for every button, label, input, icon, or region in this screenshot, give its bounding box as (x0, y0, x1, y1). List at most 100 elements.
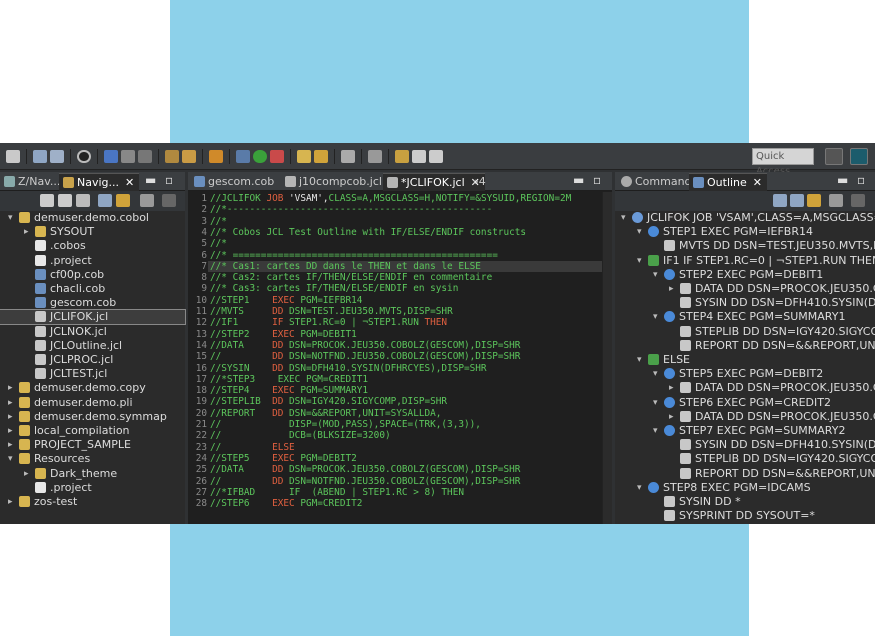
outline-tree-item[interactable]: STEPLIB DD DSN=IGY420.SIGYCOMP,DISP=SHR (615, 325, 875, 339)
view-menu-icon[interactable] (140, 194, 154, 207)
navigator-tree-item[interactable]: ▸ zos-test (0, 495, 185, 509)
link-editor-icon[interactable] (807, 194, 821, 207)
collapsed-chevron-icon[interactable]: ▸ (669, 410, 678, 424)
up-icon[interactable] (76, 194, 90, 207)
navigator-tree-item[interactable]: JCLIFOK.jcl (0, 309, 186, 326)
outline-tree-item[interactable]: ▾ STEP2 EXEC PGM=DEBIT1 (615, 268, 875, 282)
outline-tree-item[interactable]: ▾ STEP1 EXEC PGM=IEFBR14 (615, 225, 875, 239)
tab-znav[interactable]: Z/Nav... (0, 173, 65, 191)
expanded-chevron-icon[interactable]: ▾ (621, 211, 630, 225)
collapsed-chevron-icon[interactable]: ▸ (8, 424, 17, 438)
compare-icon[interactable] (138, 150, 152, 163)
outline-tree-item[interactable]: SYSPRINT DD SYSOUT=* (615, 509, 875, 523)
maximize-icon[interactable]: ▫ (857, 173, 865, 187)
outline-tree-item[interactable]: STEPLIB DD DSN=IGY420.SIGYCOMP,DISP=SHR (615, 452, 875, 466)
navigator-tree-item[interactable]: ▸ PROJECT_SAMPLE (0, 438, 185, 452)
jcl-icon[interactable] (165, 150, 179, 163)
minimize-icon[interactable]: ▬ (145, 173, 156, 187)
view-menu-chevron-icon[interactable] (162, 194, 176, 207)
outline-tree-item[interactable]: ▸ DATA DD DSN=PROCOK.JEU350.COBOLZ(GESCOM… (615, 282, 875, 296)
navigator-tree-item[interactable]: ▸ demuser.demo.copy (0, 381, 185, 395)
back-icon[interactable] (412, 150, 426, 163)
filter-icon[interactable] (121, 150, 135, 163)
zos-perspective-icon[interactable] (850, 148, 868, 165)
outline-tree-item[interactable]: ▾ ELSE (615, 353, 875, 367)
collapsed-chevron-icon[interactable]: ▸ (8, 438, 17, 452)
expanded-chevron-icon[interactable]: ▾ (637, 481, 646, 495)
back-icon[interactable] (40, 194, 54, 207)
tab-j10compcob[interactable]: j10compcob.jcl (281, 173, 387, 191)
expanded-chevron-icon[interactable]: ▾ (653, 396, 662, 410)
outline-tree-item[interactable]: REPORT DD DSN=&&REPORT,UNIT=SYSALLDA (615, 339, 875, 353)
forward-icon[interactable] (429, 150, 443, 163)
expand-all-icon[interactable] (773, 194, 787, 207)
outline-tree-item[interactable]: SYSIN DD DSN=DFH410.SYSIN(DFHRCYES),DISP… (615, 296, 875, 310)
navigator-tree-item[interactable]: ▸ demuser.demo.symmap (0, 410, 185, 424)
expanded-chevron-icon[interactable]: ▾ (653, 268, 662, 282)
outline-tree-item[interactable]: ▾ STEP5 EXEC PGM=DEBIT2 (615, 367, 875, 381)
run-external-icon[interactable] (270, 150, 284, 163)
outline-tree-item[interactable]: ▾ STEP8 EXEC PGM=IDCAMS (615, 481, 875, 495)
navigator-tree-item[interactable]: ▸ Dark_theme (0, 467, 185, 481)
edit-icon[interactable] (314, 150, 328, 163)
outline-tree-item[interactable]: ▾ IF1 IF STEP1.RC=0 | ¬STEP1.RUN THEN (615, 254, 875, 268)
collapsed-chevron-icon[interactable]: ▸ (8, 396, 17, 410)
outline-tree-item[interactable]: SYSIN DD * (615, 495, 875, 509)
save-icon[interactable] (33, 150, 47, 163)
collapsed-chevron-icon[interactable]: ▸ (24, 225, 33, 239)
navigator-tree-item[interactable]: JCLTEST.jcl (0, 367, 185, 381)
outline-tree-item[interactable]: ▾ STEP4 EXEC PGM=SUMMARY1 (615, 310, 875, 324)
tab-navigator[interactable]: Navig... ✕ (59, 173, 140, 191)
navigator-tree-item[interactable]: chacli.cob (0, 282, 185, 296)
navigator-tree-item[interactable]: gescom.cob (0, 296, 185, 310)
navigator-tree-item[interactable]: ▸ demuser.demo.pli (0, 396, 185, 410)
minimize-icon[interactable]: ▬ (837, 173, 848, 187)
submit-icon[interactable] (182, 150, 196, 163)
outline-tree-item[interactable]: REPORT DD DSN=&&REPORT,UNIT=SYSALLDA (615, 467, 875, 481)
run-target-icon[interactable] (77, 150, 91, 163)
outline-tree-item[interactable]: ▾ JCLIFOK JOB 'VSAM',CLASS=A,MSGCLASS=H,N… (615, 211, 875, 225)
collapsed-chevron-icon[interactable]: ▸ (8, 410, 17, 424)
navigator-tree-item[interactable]: cf00p.cob (0, 268, 185, 282)
expanded-chevron-icon[interactable]: ▾ (653, 367, 662, 381)
navigator-tree-item[interactable]: .project (0, 481, 185, 495)
outline-tree-item[interactable]: MVTS DD DSN=TEST.JEU350.MVTS,DISP=SHR (615, 239, 875, 253)
navigator-tree-item[interactable]: ▸ SYSOUT (0, 225, 185, 239)
navigator-tree-item[interactable]: ▾ demuser.demo.cobol (0, 211, 185, 225)
quick-access-field[interactable]: Quick Access (752, 148, 814, 177)
close-icon[interactable]: ✕ (125, 176, 134, 189)
collapse-all-icon[interactable] (790, 194, 804, 207)
maximize-icon[interactable]: ▫ (593, 173, 601, 187)
expanded-chevron-icon[interactable]: ▾ (653, 310, 662, 324)
open-perspective-icon[interactable] (825, 148, 843, 165)
navigator-tree-item[interactable]: JCLPROC.jcl (0, 353, 185, 367)
step-icon[interactable] (236, 150, 250, 163)
minimize-icon[interactable]: ▬ (573, 173, 584, 187)
view-menu-icon[interactable] (829, 194, 843, 207)
open-folder-icon[interactable] (297, 150, 311, 163)
link-editor-icon[interactable] (116, 194, 130, 207)
expanded-chevron-icon[interactable]: ▾ (8, 452, 17, 466)
navigator-tree-item[interactable]: ▸ local_compilation (0, 424, 185, 438)
outline-tree-item[interactable]: ▸ DATA DD DSN=PROCOK.JEU350.COBOLZ(GESCOM… (615, 381, 875, 395)
tab-outline[interactable]: Outline ✕ (689, 173, 768, 191)
view-menu-chevron-icon[interactable] (851, 194, 865, 207)
save-all-icon[interactable] (50, 150, 64, 163)
navigator-tree-item[interactable]: JCLNOK.jcl (0, 325, 185, 339)
editor-scrollbar[interactable] (602, 192, 612, 524)
tab-overflow[interactable]: »4 (468, 173, 491, 191)
outline-tree-item[interactable]: SYSIN DD DSN=DFH410.SYSIN(DFHRCNO),DISP=… (615, 438, 875, 452)
navigator-tree-item[interactable]: ▾ Resources (0, 452, 185, 466)
close-icon[interactable]: ✕ (753, 176, 762, 189)
outline-tree-item[interactable]: ▾ STEP6 EXEC PGM=CREDIT2 (615, 396, 875, 410)
collapsed-chevron-icon[interactable]: ▸ (8, 495, 17, 509)
outline-tree-item[interactable]: ▾ STEP7 EXEC PGM=SUMMARY2 (615, 424, 875, 438)
run-icon[interactable] (253, 150, 267, 163)
navigator-tree-item[interactable]: .project (0, 254, 185, 268)
collapsed-chevron-icon[interactable]: ▸ (669, 282, 678, 296)
collapsed-chevron-icon[interactable]: ▸ (8, 381, 17, 395)
navigator-tree-item[interactable]: .cobos (0, 239, 185, 253)
expanded-chevron-icon[interactable]: ▾ (637, 254, 646, 268)
next-annotation-icon[interactable] (368, 150, 382, 163)
tab-gescom[interactable]: gescom.cob (190, 173, 279, 191)
